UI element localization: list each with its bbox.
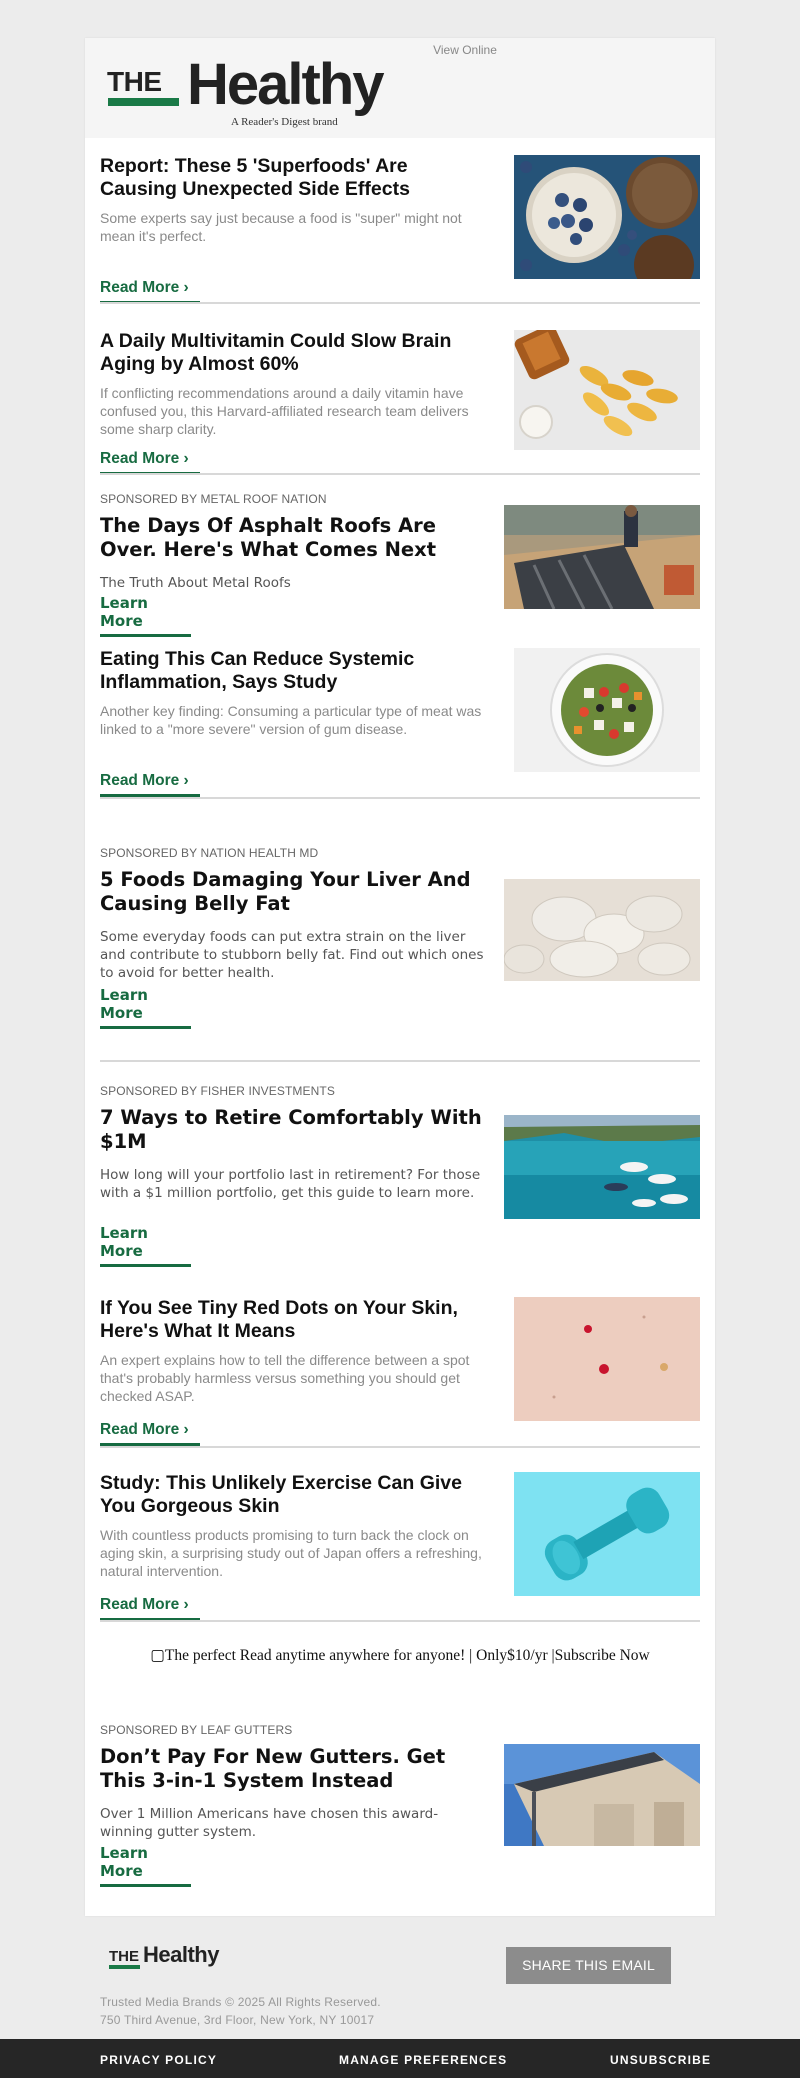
article-desc: Another key finding: Consuming a particu… [100,703,482,737]
article-title[interactable]: A Daily Multivitamin Could Slow Brain Ag… [100,330,480,376]
unsubscribe-link[interactable]: UNSUBSCRIBE [610,2053,711,2067]
learn-more-link[interactable]: Learn More [100,1224,191,1267]
sponsor-label: SPONSORED BY LEAF GUTTERS [100,1723,293,1737]
learn-more-link[interactable]: Learn More [100,1844,191,1887]
article-desc: How long will your portfolio last in ret… [100,1167,481,1201]
article-desc: If conflicting recommendations around a … [100,385,469,437]
article-retire: SPONSORED BY FISHER INVESTMENTS 7 Ways t… [100,1084,700,1267]
banner-alt-text: The perfect Read anytime anywhere for an… [164,1647,650,1664]
section-divider [100,797,700,799]
copyright-text: Trusted Media Brands © 2025 All Rights R… [100,1995,381,2009]
article-exercise-skin: Study: This Unlikely Exercise Can Give Y… [100,1472,700,1622]
manage-preferences-link[interactable]: MANAGE PREFERENCES [339,2053,507,2067]
sponsor-label: SPONSORED BY FISHER INVESTMENTS [100,1084,335,1098]
article-multivitamin: A Daily Multivitamin Could Slow Brain Ag… [100,330,700,475]
share-email-button[interactable]: SHARE THIS EMAIL [506,1947,671,1984]
article-title[interactable]: Study: This Unlikely Exercise Can Give Y… [100,1472,490,1518]
broken-image-icon: ▢ [150,1647,165,1664]
article-metal-roof: SPONSORED BY METAL ROOF NATION The Days … [100,492,700,637]
superfoods-bowls-image[interactable] [514,155,700,279]
article-superfoods: Report: These 5 'Superfoods' Are Causing… [100,155,700,305]
article-inflammation: Eating This Can Reduce Systemic Inflamma… [100,648,700,798]
footer-links-bar: PRIVACY POLICY MANAGE PREFERENCES UNSUBS… [0,2039,800,2078]
section-divider [100,302,700,304]
privacy-policy-link[interactable]: PRIVACY POLICY [100,2053,217,2067]
section-divider [100,1060,700,1062]
skin-dots-image[interactable] [514,1297,700,1421]
logo-subtitle: A Reader's Digest brand [231,116,338,128]
view-online-link[interactable]: View Online [85,43,715,57]
read-more-link[interactable]: Read More › [100,450,200,475]
section-divider [100,473,700,475]
learn-more-link[interactable]: Learn More [100,986,191,1029]
article-desc: Over 1 Million Americans have chosen thi… [100,1806,439,1840]
article-title[interactable]: If You See Tiny Red Dots on Your Skin, H… [100,1297,490,1343]
email-header: View Online THE Healthy A Reader's Diges… [85,38,715,138]
house-gutter-image[interactable] [504,1744,700,1846]
sponsor-label: SPONSORED BY NATION HEALTH MD [100,846,319,860]
footer-the-healthy-logo[interactable]: THE Healthy [109,1942,239,1972]
article-desc: Some everyday foods can put extra strain… [100,929,484,981]
article-liver-foods: SPONSORED BY NATION HEALTH MD 5 Foods Da… [100,846,700,1029]
logo-green-bar [108,98,179,106]
metal-roof-image[interactable] [504,505,700,609]
article-title[interactable]: Eating This Can Reduce Systemic Inflamma… [100,648,460,694]
article-desc: Some experts say just because a food is … [100,210,462,244]
read-more-link[interactable]: Read More › [100,1596,200,1621]
article-title[interactable]: 5 Foods Damaging Your Liver And Causing … [100,868,480,916]
learn-more-link[interactable]: Learn More [100,594,191,637]
section-divider [100,1620,700,1622]
article-desc: An expert explains how to tell the diffe… [100,1352,470,1404]
article-red-dots: If You See Tiny Red Dots on Your Skin, H… [100,1297,700,1447]
address-text: 750 Third Avenue, 3rd Floor, New York, N… [100,2013,375,2027]
logo-the-text: THE [107,66,162,97]
article-desc: The Truth About Metal Roofs [100,575,291,591]
logo-healthy-text: Healthy [187,52,385,117]
sponsor-label: SPONSORED BY METAL ROOF NATION [100,492,327,506]
article-title[interactable]: The Days Of Asphalt Roofs Are Over. Here… [100,514,490,562]
article-title[interactable]: 7 Ways to Retire Comfortably With $1M [100,1106,490,1154]
harbor-boats-image[interactable] [504,1115,700,1219]
read-more-link[interactable]: Read More › [100,279,200,304]
dumbbell-image[interactable] [514,1472,700,1596]
read-more-link[interactable]: Read More › [100,772,200,797]
read-more-link[interactable]: Read More › [100,1421,200,1446]
footer-logo-the: THE [109,1948,139,1965]
salad-bowl-image[interactable] [514,648,700,772]
article-desc: With countless products promising to tur… [100,1527,482,1579]
footer-logo-healthy: Healthy [143,1942,219,1967]
multivitamin-pills-image[interactable] [514,330,700,450]
article-title[interactable]: Report: These 5 'Superfoods' Are Causing… [100,155,440,201]
subscribe-banner-image[interactable]: ▢The perfect Read anytime anywhere for a… [0,1646,800,1665]
article-title[interactable]: Don’t Pay For New Gutters. Get This 3-in… [100,1745,490,1793]
squid-image[interactable] [504,879,700,981]
the-healthy-logo[interactable]: THE Healthy A Reader's Digest brand [107,52,407,136]
section-divider [100,1446,700,1448]
footer-logo-bar [109,1965,140,1969]
article-gutters: SPONSORED BY LEAF GUTTERS Don’t Pay For … [100,1723,700,1887]
